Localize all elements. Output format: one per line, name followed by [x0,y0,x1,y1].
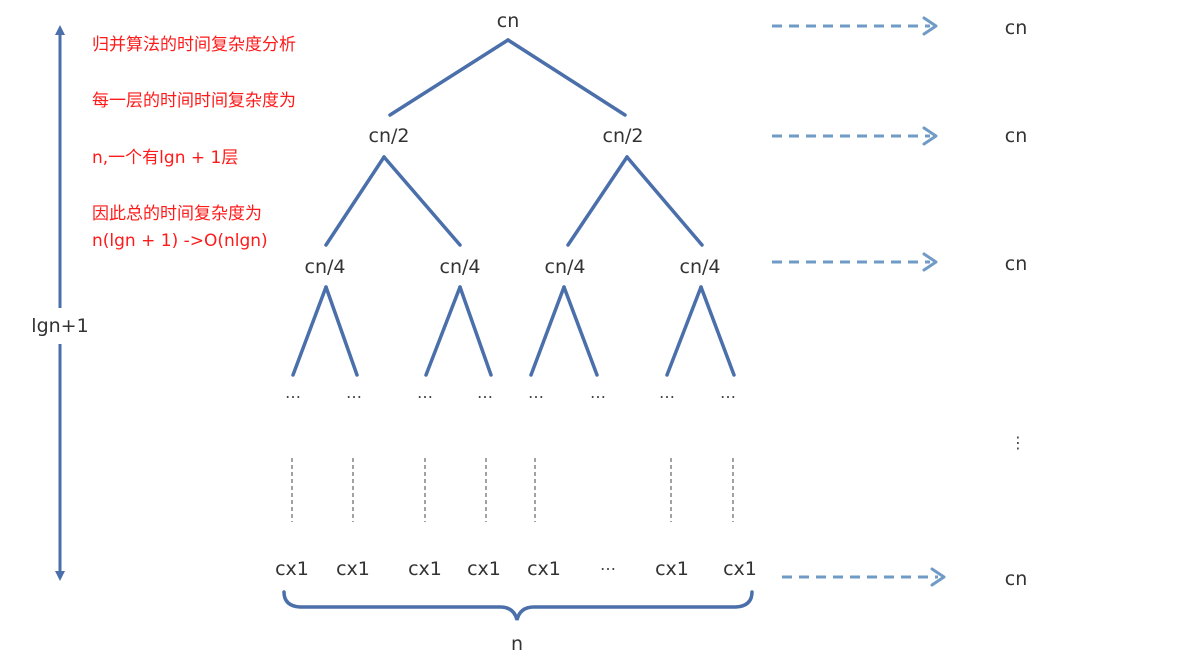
note-level-count: n,一个有lgn + 1层 [92,148,238,168]
ellipsis-8: … [720,383,736,402]
dashed-continuation-lines [291,458,734,522]
note-title: 归并算法的时间复杂度分析 [92,35,296,55]
edge-l2b-left [424,285,462,377]
leaf-count-brace: n [282,590,754,655]
edge-root-left [388,38,510,117]
level-cost-2: cn [1005,125,1028,147]
analysis-notes: 归并算法的时间复杂度分析 每一层的时间时间复杂度为 n,一个有lgn + 1层 … [92,35,296,251]
curly-brace [282,590,754,621]
leaf-7: cx1 [723,558,757,580]
ellipsis-6: … [590,383,606,402]
note-conclusion: 因此总的时间复杂度为 [92,204,262,224]
height-axis: lgn+1 [31,25,89,581]
tree-edges [291,38,736,377]
ellipsis-7: … [659,383,675,402]
note-formula: n(lgn + 1) ->O(nlgn) [92,231,268,251]
note-per-level-cost: 每一层的时间时间复杂度为 [92,91,296,111]
edge-l2c-left [529,285,566,377]
edge-l1a-left [324,155,386,247]
level-cost-1: cn [1005,17,1028,39]
edge-l2d-left [665,285,703,377]
ellipsis-1: … [285,383,301,402]
ellipsis-2: … [346,383,362,402]
level-cost-arrows: cn cn cn ⋮ cn [772,16,1028,590]
leaf-1: cx1 [275,558,309,580]
edge-l2a-right [324,285,359,377]
edge-l1a-right [382,155,462,247]
diagram-canvas: lgn+1 归并算法的时间复杂度分析 每一层的时间时间复杂度为 n,一个有lgn… [31,10,1028,655]
ellipsis-3: … [417,383,433,402]
level-cost-4: cn [1005,568,1028,590]
edge-l2d-right [699,285,736,377]
leaf-5: cx1 [527,558,561,580]
leaf-6: cx1 [655,558,689,580]
leaf-2: cx1 [336,558,370,580]
node-level2-c: cn/4 [545,256,586,278]
edge-root-right [506,38,627,117]
ellipsis-5: … [528,383,544,402]
node-level2-a: cn/4 [305,256,346,278]
tree-nodes: cn cn/2 cn/2 cn/4 cn/4 cn/4 cn/4 [305,10,721,278]
leaf-ellipsis: … [600,555,616,574]
ellipsis-row: … … … … … … … … [285,383,736,402]
edge-l2c-right [562,285,599,377]
merge-sort-recursion-tree-diagram: lgn+1 归并算法的时间复杂度分析 每一层的时间时间复杂度为 n,一个有lgn… [0,0,1181,664]
height-axis-label: lgn+1 [31,315,88,337]
node-level1-b: cn/2 [603,125,644,147]
leaf-row: cx1 cx1 cx1 cx1 cx1 … cx1 cx1 [275,555,757,580]
level-cost-3: cn [1005,253,1028,275]
edge-l1b-right [625,155,704,247]
node-level2-d: cn/4 [680,256,721,278]
node-level1-a: cn/2 [369,125,410,147]
edge-l2b-right [458,285,493,377]
brace-label: n [511,633,523,655]
edge-l1b-left [566,155,629,247]
vertical-ellipsis: ⋮ [1010,433,1026,452]
node-root: cn [497,10,520,32]
leaf-3: cx1 [408,558,442,580]
leaf-4: cx1 [467,558,501,580]
edge-l2a-left [291,285,328,377]
ellipsis-4: … [477,383,493,402]
node-level2-b: cn/4 [440,256,481,278]
